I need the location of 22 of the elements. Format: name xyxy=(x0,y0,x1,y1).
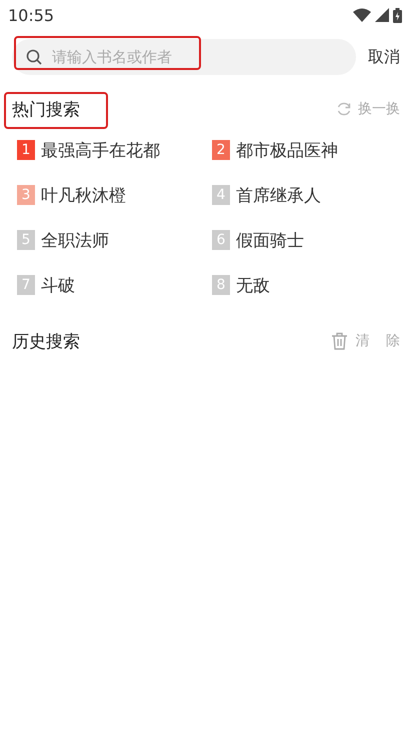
cancel-button[interactable]: 取消 xyxy=(368,46,400,68)
hot-search-item[interactable]: 假面骑士 xyxy=(236,228,304,252)
rank-badge: 3 xyxy=(17,185,35,205)
hot-search-item[interactable]: 首席继承人 xyxy=(236,184,321,206)
search-icon xyxy=(26,49,42,65)
hot-search-item[interactable]: 叶凡秋沐橙 xyxy=(41,184,126,206)
hot-search-item[interactable]: 斗破 xyxy=(41,274,75,296)
section-title: 历史搜索 xyxy=(12,330,80,352)
rank-badge: 1 xyxy=(17,140,35,160)
hot-search-item[interactable]: 最强高手在花都 xyxy=(41,138,160,162)
refresh-icon xyxy=(336,101,352,117)
signal-icon xyxy=(375,8,389,22)
hot-search-item[interactable]: 全职法师 xyxy=(41,228,109,252)
section-title: 热门搜索 xyxy=(12,98,80,120)
wifi-icon xyxy=(353,8,371,22)
hot-search-item[interactable]: 都市极品医神 xyxy=(236,138,338,162)
rank-badge: 2 xyxy=(212,140,230,160)
status-time: 10:55 xyxy=(8,6,54,24)
search-field[interactable]: 请输入书名或作者 xyxy=(12,39,356,75)
battery-icon xyxy=(393,8,402,22)
hot-search-item[interactable]: 无敌 xyxy=(236,274,270,296)
trash-icon xyxy=(330,332,348,350)
